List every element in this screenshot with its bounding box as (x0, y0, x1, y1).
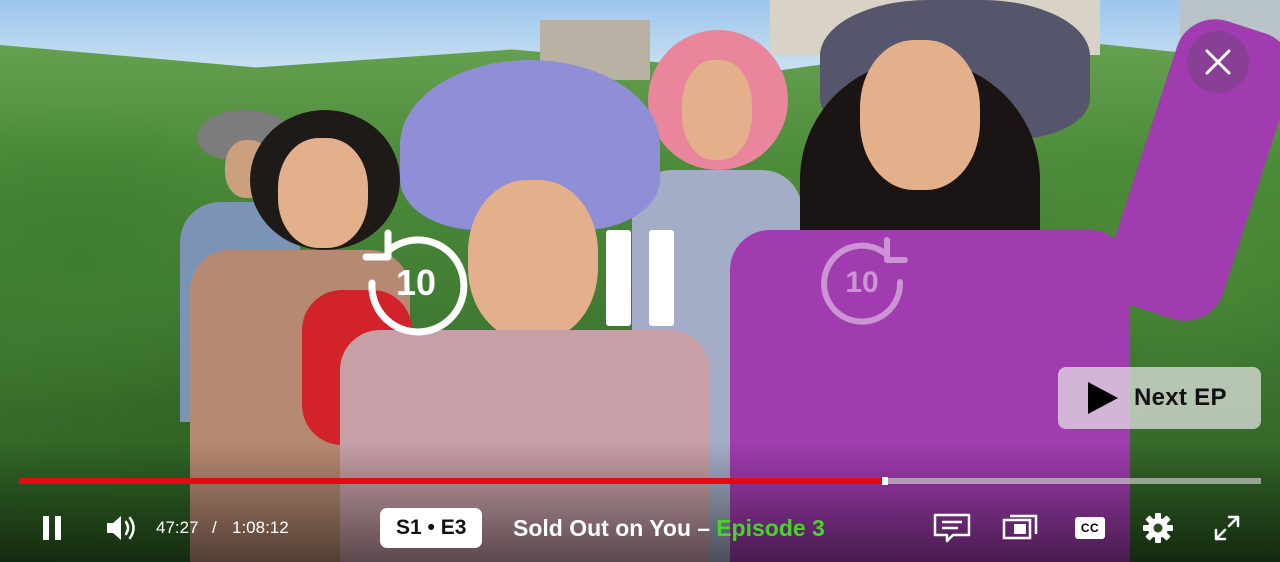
pause-button-center[interactable] (597, 226, 683, 330)
episode-label: Episode 3 (716, 514, 825, 541)
show-title: Sold Out on You – (513, 514, 711, 541)
episode-title: Sold Out on You – Episode 3 (513, 500, 825, 556)
close-button[interactable] (1187, 31, 1249, 93)
duration: 1:08:12 (232, 518, 289, 537)
control-bar: 47:27 / 1:08:12 S1 • E3 Sold Out on You … (0, 500, 1280, 556)
fullscreen-button[interactable] (1207, 508, 1247, 548)
display-mode-icon (1002, 514, 1038, 540)
forward-10-button[interactable]: 10 (816, 232, 912, 328)
progress-fill (19, 478, 885, 484)
forward-10-icon: 10 (821, 237, 908, 325)
episodes-list-icon (933, 513, 971, 543)
episodes-list-button[interactable] (932, 508, 972, 548)
video-player[interactable]: 10 10 Next EP 47:27 / 1:08:12 S1 • E3 So… (0, 0, 1280, 562)
progress-bar[interactable] (19, 477, 1261, 485)
close-icon (1205, 49, 1231, 75)
pause-icon (597, 230, 683, 326)
next-episode-label: Next EP (1134, 384, 1227, 411)
fullscreen-icon (1214, 515, 1240, 541)
rewind-10-icon: 10 (362, 229, 468, 336)
display-mode-button[interactable] (1000, 508, 1040, 548)
play-icon (1088, 382, 1118, 414)
volume-button[interactable] (102, 508, 142, 548)
season-episode-badge[interactable]: S1 • E3 (380, 508, 483, 548)
rewind-seconds-label: 10 (396, 262, 436, 303)
current-time: 47:27 (156, 518, 199, 537)
progress-scrubber[interactable] (881, 477, 888, 485)
forward-seconds-label: 10 (845, 266, 878, 299)
pause-button[interactable] (33, 508, 73, 548)
volume-icon (107, 516, 135, 540)
cc-icon: CC (1075, 517, 1105, 539)
pause-icon (43, 516, 61, 540)
time-separator: / (212, 518, 217, 537)
rewind-10-button[interactable]: 10 (358, 223, 474, 339)
settings-button[interactable] (1138, 508, 1178, 548)
next-episode-button[interactable]: Next EP (1058, 367, 1261, 429)
gear-icon (1143, 513, 1173, 543)
captions-button[interactable]: CC (1070, 508, 1110, 548)
